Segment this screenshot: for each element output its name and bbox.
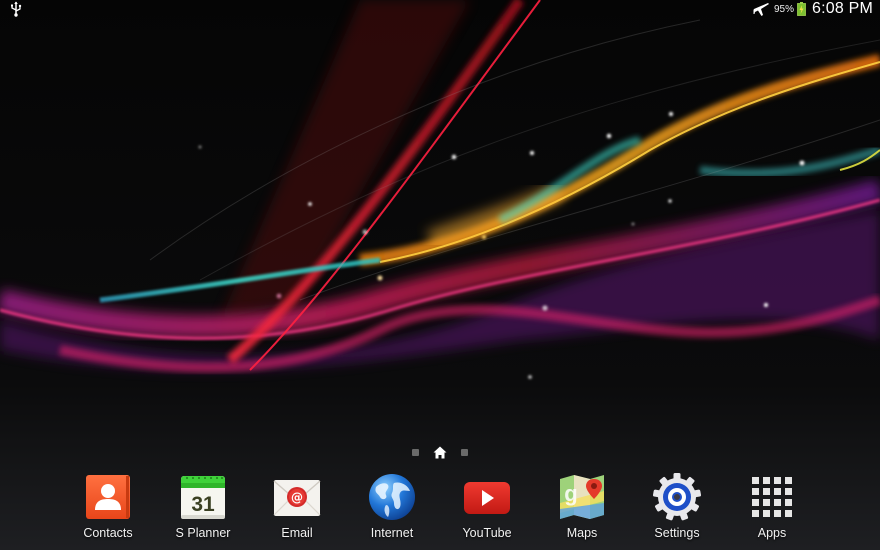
- apps-grid-square: [774, 510, 781, 517]
- contacts-icon: [86, 475, 130, 519]
- apps-grid-square: [774, 488, 781, 495]
- apps-grid-square: [763, 510, 770, 517]
- youtube-icon: [464, 482, 510, 514]
- app-label: YouTube: [462, 526, 512, 540]
- apps-grid-square: [763, 477, 770, 484]
- apps-grid-square: [785, 499, 792, 506]
- apps-grid-square: [763, 499, 770, 506]
- at-symbol: @: [291, 491, 303, 505]
- svg-text:g: g: [564, 481, 577, 506]
- wallpaper: [0, 0, 880, 550]
- app-label: Internet: [370, 526, 414, 540]
- email-icon: @: [273, 480, 321, 516]
- status-bar: 95% 6:08 PM: [0, 0, 880, 18]
- page-dot[interactable]: [461, 448, 468, 456]
- page-indicator: [0, 444, 880, 460]
- settings-gear-icon: [653, 473, 701, 521]
- apps-grid-square: [752, 477, 759, 484]
- app-youtube[interactable]: YouTube: [439, 473, 535, 545]
- dock: Contacts 31 S Planner @ Email Internet Y…: [60, 473, 820, 545]
- app-label: Apps: [757, 526, 787, 540]
- apps-grid-square: [785, 488, 792, 495]
- apps-grid-icon: [752, 477, 792, 517]
- app-internet[interactable]: Internet: [344, 473, 440, 545]
- home-page-icon[interactable]: [433, 446, 447, 459]
- apps-grid-square: [752, 510, 759, 517]
- app-apps-drawer[interactable]: Apps: [724, 473, 820, 545]
- clock: 6:08 PM: [812, 0, 873, 17]
- apps-grid-square: [785, 477, 792, 484]
- apps-grid-square: [763, 488, 770, 495]
- calendar-icon: 31: [181, 476, 225, 519]
- apps-grid-square: [785, 510, 792, 517]
- app-maps[interactable]: g Maps: [534, 473, 630, 545]
- app-contacts[interactable]: Contacts: [60, 473, 156, 545]
- apps-grid-square: [774, 477, 781, 484]
- app-label: Settings: [654, 526, 700, 540]
- maps-icon: g: [560, 475, 604, 519]
- app-email[interactable]: @ Email: [249, 473, 345, 545]
- app-label: Maps: [566, 526, 598, 540]
- app-settings[interactable]: Settings: [629, 473, 725, 545]
- airplane-mode-icon: [753, 3, 769, 16]
- globe-icon: [369, 474, 415, 520]
- apps-grid-square: [752, 488, 759, 495]
- apps-grid-square: [774, 499, 781, 506]
- app-label: Email: [281, 526, 313, 540]
- battery-charging-icon: [797, 2, 806, 16]
- app-label: Contacts: [83, 526, 133, 540]
- battery-percent: 95%: [773, 3, 794, 15]
- calendar-date: 31: [191, 493, 215, 516]
- status-icons: 95% 6:08 PM: [752, 0, 873, 18]
- page-dot[interactable]: [412, 448, 419, 456]
- usb-icon: [11, 1, 22, 17]
- app-s-planner[interactable]: 31 S Planner: [155, 473, 251, 545]
- apps-grid-square: [752, 499, 759, 506]
- app-label: S Planner: [175, 526, 231, 540]
